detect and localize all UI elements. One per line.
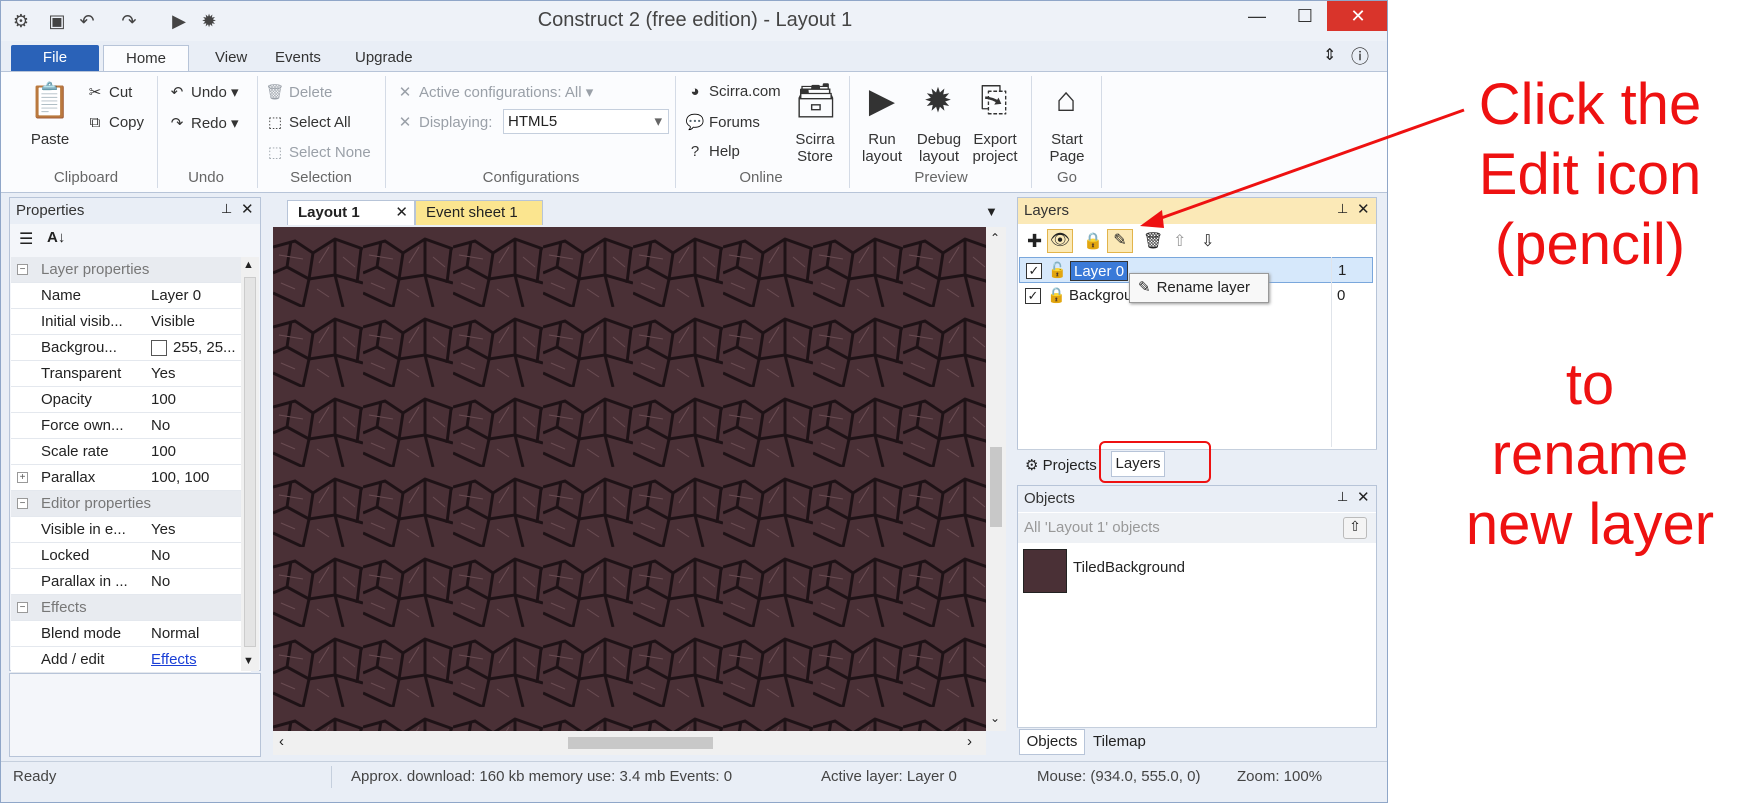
annotation-line: Click the [1478, 72, 1702, 137]
annotation-text: Click the Edit icon (pencil) to rename n… [1440, 70, 1740, 560]
annotation-line: new layer [1465, 492, 1715, 557]
annotation-line: to [1565, 352, 1615, 417]
annotation-line: rename [1491, 422, 1689, 487]
annotation-line: (pencil) [1494, 212, 1686, 277]
annotation-spacer [1440, 280, 1740, 350]
annotation-line: Edit icon [1478, 142, 1702, 207]
